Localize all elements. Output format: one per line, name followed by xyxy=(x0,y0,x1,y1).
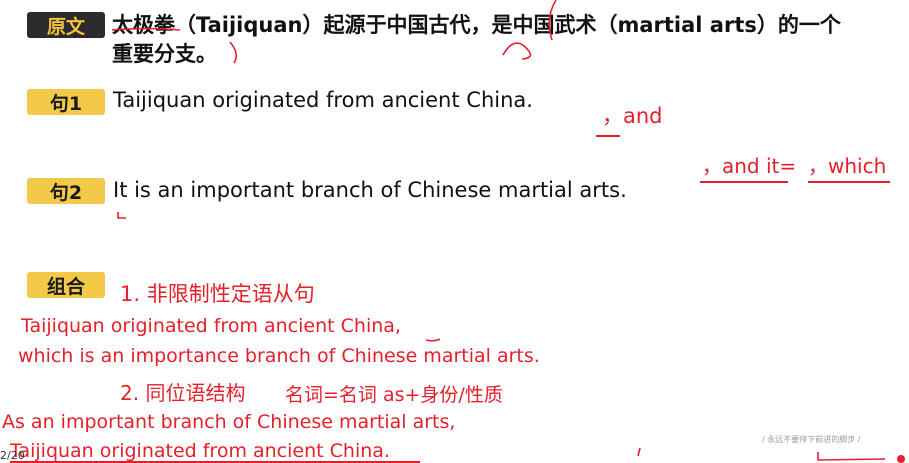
bracket-stroke-header xyxy=(548,0,557,41)
insert-mark-sentence2 xyxy=(117,212,126,219)
bottom-right-stroke xyxy=(817,452,886,461)
paren-stroke-header xyxy=(229,41,238,64)
watermark: / 永远不要停下前进的脚步 / xyxy=(762,435,861,444)
handwriting-strokes xyxy=(111,0,905,463)
insert-caret-stroke xyxy=(502,42,532,60)
progress-dot xyxy=(897,455,905,463)
page-number: 2/20 xyxy=(0,449,25,462)
underline-taiji-stroke xyxy=(111,27,181,31)
comma-mark-china xyxy=(425,338,441,342)
small-tick-mark xyxy=(637,447,641,457)
